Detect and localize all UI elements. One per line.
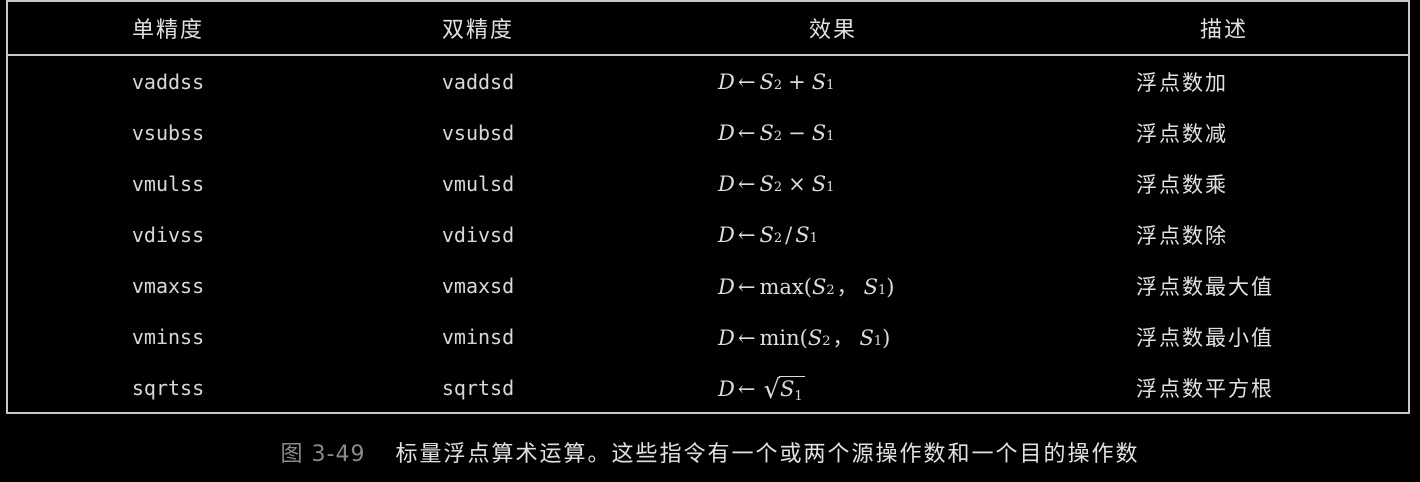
assign-arrow: ← [737, 222, 756, 247]
description-cell: 浮点数减 [1136, 121, 1228, 146]
src1-var: S [811, 69, 827, 94]
effect-cell: D ← S2 × S1 [628, 158, 1038, 209]
src1-var: S [863, 274, 878, 299]
effect-formula: D ← max( S2 ， S1 ) [718, 271, 894, 301]
effect-formula: D ← S2 + S1 [718, 69, 835, 94]
effect-formula: D ← S2 / S1 [718, 222, 818, 247]
header-effect: 效果 [808, 18, 857, 43]
table-row: vsubss vsubsd D ← S2 − S1 浮点数减 [8, 107, 1408, 158]
table-row: sqrtss sqrtsd D ← √ S1 浮点数平方根 [8, 362, 1408, 413]
single-precision-instruction: vminss [131, 324, 205, 349]
effect-cell: D ← S2 − S1 [628, 107, 1038, 158]
double-precision-instruction: vmulsd [441, 171, 515, 196]
operator: / [785, 222, 793, 247]
caption-text: 标量浮点算术运算。这些指令有一个或两个源操作数和一个目的操作数 [395, 442, 1140, 467]
close-paren: ) [886, 274, 895, 299]
argument-separator: ， [832, 325, 854, 350]
dest-var: D [718, 171, 735, 196]
effect-formula: D ← S2 × S1 [718, 171, 835, 196]
src2-var: S [759, 120, 774, 145]
assign-arrow: ← [737, 120, 756, 145]
dest-var: D [718, 222, 735, 247]
instruction-table: 单精度 双精度 效果 描述 vaddss vaddsd D ← S2 + S1 … [6, 0, 1410, 414]
dest-var: D [718, 376, 735, 401]
dest-var: D [718, 69, 735, 94]
src1-subscript: 1 [794, 388, 803, 404]
double-precision-instruction: vdivsd [441, 222, 515, 247]
effect-formula: D ← √ S1 [718, 373, 805, 405]
single-precision-instruction: sqrtss [131, 375, 205, 400]
src2-var: S [811, 274, 827, 299]
assign-arrow: ← [737, 325, 756, 350]
description-cell: 浮点数平方根 [1136, 376, 1274, 401]
description-cell: 浮点数最小值 [1136, 325, 1274, 350]
header-single-precision: 单精度 [131, 18, 204, 43]
header-double-precision: 双精度 [441, 18, 514, 43]
table-header-row: 单精度 双精度 效果 描述 [8, 2, 1408, 56]
src2-var: S [759, 171, 774, 196]
sqrt-radicand: S1 [779, 375, 805, 404]
effect-cell: D ← max( S2 ， S1 ) [628, 260, 1038, 311]
single-precision-instruction: vdivss [131, 222, 205, 247]
src1-var: S [811, 120, 827, 145]
function-name: max( [759, 274, 812, 299]
double-precision-instruction: vmaxsd [441, 273, 515, 298]
assign-arrow: ← [737, 171, 756, 196]
double-precision-instruction: vsubsd [441, 120, 515, 145]
table-row: vmulss vmulsd D ← S2 × S1 浮点数乘 [8, 158, 1408, 209]
effect-cell: D ← √ S1 [628, 362, 1038, 413]
table-row: vaddss vaddsd D ← S2 + S1 浮点数加 [8, 56, 1408, 107]
dest-var: D [718, 274, 735, 299]
single-precision-instruction: vsubss [131, 120, 205, 145]
single-precision-instruction: vaddss [131, 69, 205, 94]
description-cell: 浮点数除 [1136, 223, 1228, 248]
src2-var: S [759, 222, 774, 247]
double-precision-instruction: vminsd [441, 324, 515, 349]
src1-var: S [859, 325, 874, 350]
src2-var: S [759, 69, 774, 94]
effect-cell: D ← min( S2 ， S1 ) [628, 311, 1038, 362]
single-precision-instruction: vmulss [131, 171, 205, 196]
single-precision-instruction: vmaxss [131, 273, 205, 298]
double-precision-instruction: vaddsd [441, 69, 515, 94]
dest-var: D [718, 325, 735, 350]
operator: × [788, 171, 806, 196]
src2-var: S [807, 325, 823, 350]
assign-arrow: ← [737, 376, 756, 401]
table-row: vmaxss vmaxsd D ← max( S2 ， S1 ) 浮点数最大值 [8, 260, 1408, 311]
effect-formula: D ← S2 − S1 [718, 120, 835, 145]
function-name: min( [759, 325, 808, 350]
description-cell: 浮点数加 [1136, 70, 1228, 95]
sqrt-symbol: √ [763, 374, 781, 405]
table-row: vdivss vdivsd D ← S2 / S1 浮点数除 [8, 209, 1408, 260]
effect-cell: D ← S2 / S1 [628, 209, 1038, 260]
effect-cell: D ← S2 + S1 [628, 56, 1038, 107]
figure-number: 图 3-49 [280, 442, 366, 467]
operator: + [788, 69, 806, 94]
src1-var: S [795, 222, 810, 247]
table-body: vaddss vaddsd D ← S2 + S1 浮点数加 vsubss vs… [8, 56, 1408, 412]
argument-separator: ， [836, 274, 858, 299]
description-cell: 浮点数乘 [1136, 172, 1228, 197]
assign-arrow: ← [737, 69, 756, 94]
header-description: 描述 [1199, 18, 1248, 43]
description-cell: 浮点数最大值 [1136, 274, 1274, 299]
operator: − [788, 120, 806, 145]
close-paren: ) [882, 325, 891, 350]
table-row: vminss vminsd D ← min( S2 ， S1 ) 浮点数最小值 [8, 311, 1408, 362]
effect-formula: D ← min( S2 ， S1 ) [718, 322, 890, 352]
src1-var: S [811, 171, 827, 196]
assign-arrow: ← [737, 274, 756, 299]
src1-var: S [780, 376, 795, 401]
double-precision-instruction: sqrtsd [441, 375, 515, 400]
dest-var: D [718, 120, 735, 145]
figure-caption: 图 3-49 标量浮点算术运算。这些指令有一个或两个源操作数和一个目的操作数 [0, 432, 1420, 472]
